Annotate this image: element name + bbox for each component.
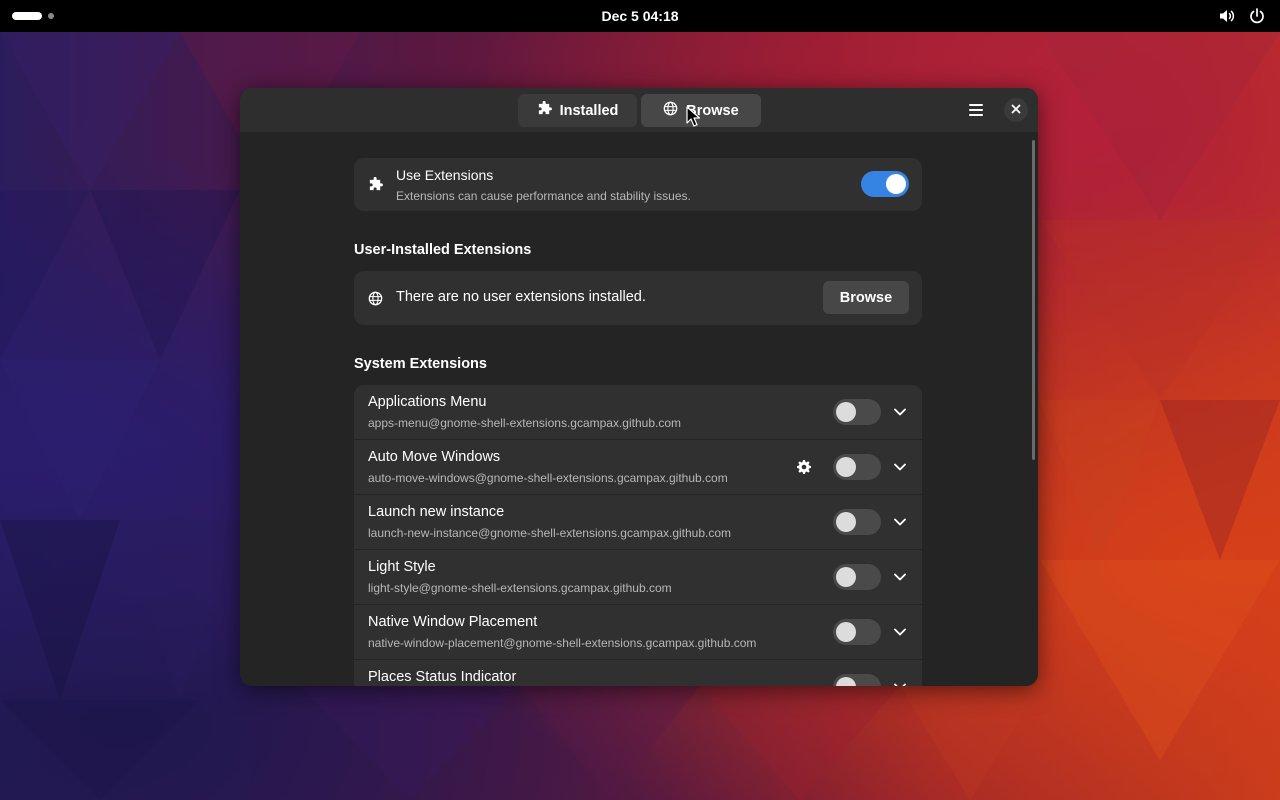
extension-toggle[interactable] <box>833 619 881 645</box>
use-extensions-row: Use Extensions Extensions can cause perf… <box>354 158 922 211</box>
gear-icon[interactable] <box>795 458 813 476</box>
extension-name: Places Status Indicator <box>368 669 517 685</box>
extension-toggle[interactable] <box>833 564 881 590</box>
use-extensions-toggle[interactable] <box>861 171 909 197</box>
extension-name: Light Style <box>368 559 436 575</box>
hamburger-menu-icon[interactable] <box>964 100 988 120</box>
workspace-indicator-active <box>12 12 42 20</box>
extension-toggle[interactable] <box>833 454 881 480</box>
extension-toggle[interactable] <box>833 674 881 686</box>
toggle-knob <box>836 622 856 642</box>
use-extensions-subtitle: Extensions can cause performance and sta… <box>396 189 691 203</box>
activities-button[interactable] <box>12 10 60 22</box>
scrollbar-thumb[interactable] <box>1032 140 1035 460</box>
scrollbar[interactable] <box>1032 140 1036 460</box>
toggle-knob <box>836 567 856 587</box>
puzzle-icon <box>537 100 552 120</box>
header-bar: Installed Browse <box>240 88 1038 132</box>
browse-button[interactable]: Browse <box>823 281 909 314</box>
system-tray[interactable] <box>1218 6 1266 26</box>
use-extensions-title: Use Extensions <box>396 167 494 183</box>
toggle-knob <box>836 677 856 686</box>
extension-toggle[interactable] <box>833 509 881 535</box>
user-installed-heading: User-Installed Extensions <box>354 242 532 258</box>
system-extensions-list: Applications Menu apps-menu@gnome-shell-… <box>354 385 922 686</box>
toggle-knob <box>836 512 856 532</box>
extension-name: Native Window Placement <box>368 614 538 630</box>
workspace-indicator <box>48 13 54 19</box>
no-user-extensions-message: There are no user extensions installed. <box>396 289 646 305</box>
toggle-knob <box>836 457 856 477</box>
extension-uuid: native-window-placement@gnome-shell-exte… <box>368 636 757 650</box>
toggle-knob <box>886 174 906 194</box>
toggle-knob <box>836 402 856 422</box>
close-icon <box>1011 101 1021 119</box>
list-item[interactable]: Launch new instance launch-new-instance@… <box>354 495 922 550</box>
extensions-window: Installed Browse Use Extensions Extensio… <box>240 88 1038 686</box>
user-extensions-empty-row: There are no user extensions installed. … <box>354 271 922 325</box>
top-bar: Dec 5 04:18 <box>0 0 1280 32</box>
close-button[interactable] <box>1004 98 1028 122</box>
view-switcher: Installed Browse <box>518 94 761 127</box>
chevron-down-icon[interactable] <box>892 624 908 640</box>
globe-icon <box>368 291 383 311</box>
list-item[interactable]: Native Window Placement native-window-pl… <box>354 605 922 660</box>
list-item[interactable]: Light Style light-style@gnome-shell-exte… <box>354 550 922 605</box>
extension-uuid: launch-new-instance@gnome-shell-extensio… <box>368 526 732 540</box>
main-content: Use Extensions Extensions can cause perf… <box>354 158 922 686</box>
list-item[interactable]: Auto Move Windows auto-move-windows@gnom… <box>354 440 922 495</box>
tab-browse[interactable]: Browse <box>641 94 761 127</box>
list-item[interactable]: Places Status Indicator <box>354 660 922 686</box>
extension-name: Applications Menu <box>368 394 487 410</box>
tab-installed[interactable]: Installed <box>518 94 637 127</box>
extension-uuid: auto-move-windows@gnome-shell-extensions… <box>368 471 728 485</box>
chevron-down-icon[interactable] <box>892 569 908 585</box>
tab-installed-label: Installed <box>559 102 619 119</box>
extension-toggle[interactable] <box>833 399 881 425</box>
chevron-down-icon[interactable] <box>892 459 908 475</box>
mouse-pointer-icon <box>686 106 701 128</box>
chevron-down-icon[interactable] <box>892 404 908 420</box>
extension-name: Launch new instance <box>368 504 505 520</box>
extension-uuid: light-style@gnome-shell-extensions.gcamp… <box>368 581 672 595</box>
puzzle-icon <box>368 176 383 197</box>
clock[interactable]: Dec 5 04:18 <box>601 8 678 24</box>
extension-uuid: apps-menu@gnome-shell-extensions.gcampax… <box>368 416 682 430</box>
power-icon[interactable] <box>1248 6 1266 26</box>
list-item[interactable]: Applications Menu apps-menu@gnome-shell-… <box>354 385 922 440</box>
volume-icon[interactable] <box>1218 6 1236 26</box>
chevron-down-icon[interactable] <box>892 514 908 530</box>
system-extensions-heading: System Extensions <box>354 356 487 372</box>
extension-name: Auto Move Windows <box>368 449 501 465</box>
globe-icon <box>663 101 678 120</box>
chevron-down-icon[interactable] <box>892 679 908 686</box>
